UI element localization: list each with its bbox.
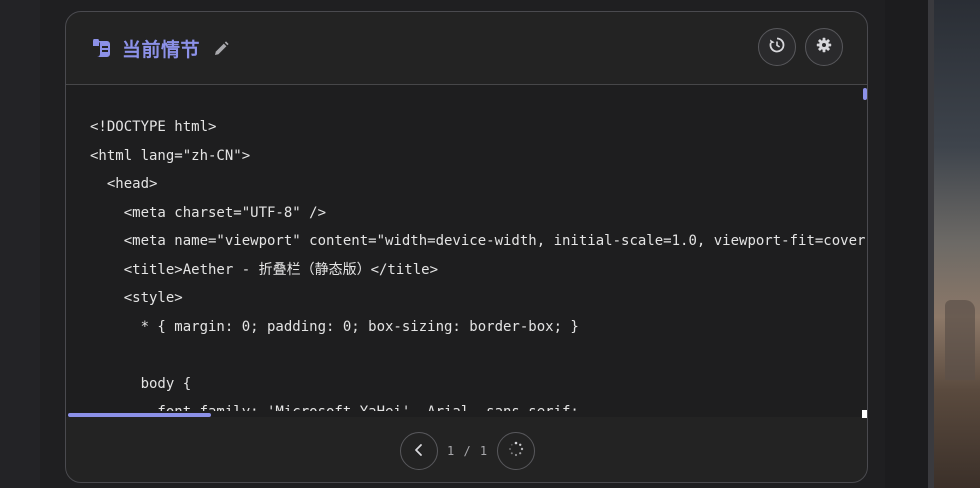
code-line: font-family: 'Microsoft YaHei', Arial, s… [90,398,867,411]
history-button[interactable] [758,28,796,66]
code-line: <head> [90,176,158,192]
page-indicator: 1 / 1 [447,444,489,458]
vertical-scrollbar-thumb[interactable] [863,88,867,100]
code-line: <meta name="viewport" content="width=dev… [90,233,868,249]
background-scenery-image [934,0,980,488]
code-line: <title>Aether - 折叠栏（静态版）</title> [90,261,439,278]
plot-card: 当前情节 <!DOCTYPE html> <html lang="zh-CN">… [65,11,868,483]
background-gutter [885,0,930,488]
card-header: 当前情节 [66,12,867,85]
code-line: <style> [90,290,183,306]
scenery-rock [945,300,975,380]
pencil-icon[interactable] [212,40,230,58]
pagination: 1 / 1 [400,431,536,471]
gear-icon [816,37,832,57]
spinner-icon [508,441,524,461]
history-icon [769,37,785,57]
code-line: body { [90,375,192,392]
refresh-button[interactable] [497,432,536,470]
background-left-panel [0,0,40,488]
code-line: * { margin: 0; padding: 0; box-sizing: b… [90,318,579,335]
prev-page-button[interactable] [400,432,438,470]
code-viewer[interactable]: <!DOCTYPE html> <html lang="zh-CN"> <head… [66,85,868,411]
chevron-left-icon [412,442,426,461]
code-line: <!DOCTYPE html> [90,119,217,135]
title-group: 当前情节 [90,35,230,62]
settings-button[interactable] [805,28,843,66]
code-block: <!DOCTYPE html> <html lang="zh-CN"> <head… [90,113,868,411]
card-title: 当前情节 [122,39,201,61]
code-line: <html lang="zh-CN"> [90,147,251,164]
horizontal-scrollbar-thumb[interactable] [68,413,211,417]
scroll-icon [90,37,114,61]
scrollbar-corner [862,410,867,418]
code-line: <meta charset="UTF-8" /> [90,204,327,221]
